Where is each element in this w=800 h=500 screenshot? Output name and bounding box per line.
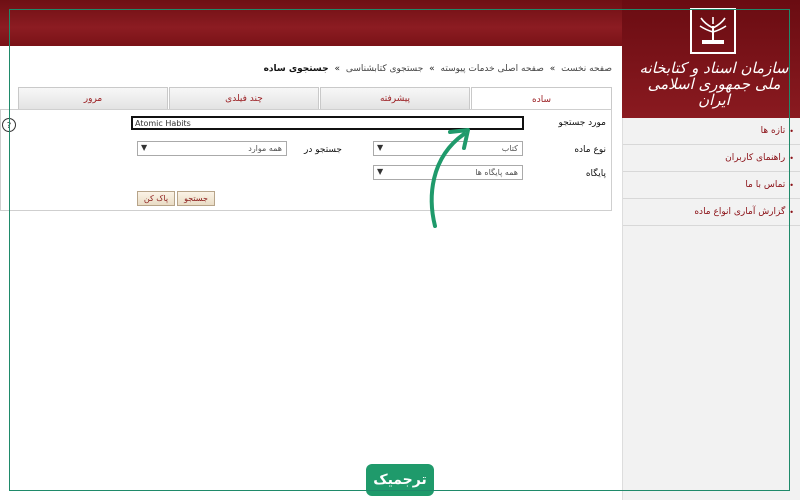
breadcrumb-bibliographic[interactable]: جستجوی کتابشناسی	[346, 64, 423, 74]
sidebar-item-label: راهنمای کاربران	[725, 153, 786, 163]
sidebar-item-contact[interactable]: • تماس با ما	[623, 172, 800, 199]
breadcrumb-separator: »	[429, 64, 435, 74]
clear-button[interactable]: پاک کن	[137, 191, 175, 206]
breadcrumb-home[interactable]: صفحه نخست	[561, 64, 612, 74]
sidebar-item-statistics[interactable]: • گزارش آماری انواع ماده	[623, 199, 800, 226]
bullet-icon: •	[789, 180, 794, 190]
pointer-arrow-icon	[429, 128, 470, 228]
breadcrumb-separator: »	[549, 64, 556, 74]
help-icon[interactable]: ?	[2, 118, 16, 132]
bullet-icon: •	[789, 153, 794, 163]
sidebar-item-label: تازه ها	[760, 126, 786, 136]
sidebar-item-user-guide[interactable]: • راهنمای کاربران	[623, 145, 800, 172]
tab-multi-field[interactable]: چند فیلدی	[169, 87, 319, 109]
breadcrumb: صفحه نخست » صفحه اصلی خدمات پیوسته » جست…	[200, 64, 612, 74]
bullet-icon: •	[789, 126, 794, 136]
sidebar: • تازه ها • راهنمای کاربران • تماس با ما • گ…	[622, 118, 800, 500]
search-in-select[interactable]: همه موارد ▼	[137, 141, 287, 156]
tab-simple[interactable]: ساده	[471, 87, 612, 111]
sidebar-item-news[interactable]: • تازه ها	[623, 118, 800, 145]
library-logo-icon	[690, 8, 736, 54]
bullet-icon: •	[789, 207, 794, 217]
chevron-down-icon: ▼	[377, 143, 384, 152]
search-button[interactable]: جستجو	[177, 191, 215, 206]
search-tabs: ساده پیشرفته چند فیلدی مرور	[18, 87, 612, 111]
organization-title: سازمان اسناد و کتابخانه ملی جمهوری اسلام…	[639, 59, 789, 109]
brand-badge: ترجمیک	[366, 464, 434, 496]
chevron-down-icon: ▼	[141, 143, 148, 152]
sidebar-item-label: گزارش آماری انواع ماده	[694, 207, 786, 217]
search-in-label: جستجو در	[304, 145, 342, 155]
search-in-value: همه موارد	[248, 144, 282, 153]
tab-browse[interactable]: مرور	[18, 87, 168, 109]
database-label: پایگاه	[585, 169, 606, 179]
search-term-label: مورد جستجو	[558, 118, 606, 128]
tab-advanced[interactable]: پیشرفته	[320, 87, 470, 109]
material-type-label: نوع ماده	[574, 145, 606, 155]
breadcrumb-services[interactable]: صفحه اصلی خدمات پیوسته	[441, 64, 544, 74]
breadcrumb-separator: »	[334, 64, 340, 74]
sidebar-item-label: تماس با ما	[745, 180, 786, 190]
material-type-value: کتاب	[501, 144, 518, 153]
breadcrumb-current: جستجوی ساده	[263, 64, 329, 74]
chevron-down-icon: ▼	[377, 167, 384, 176]
